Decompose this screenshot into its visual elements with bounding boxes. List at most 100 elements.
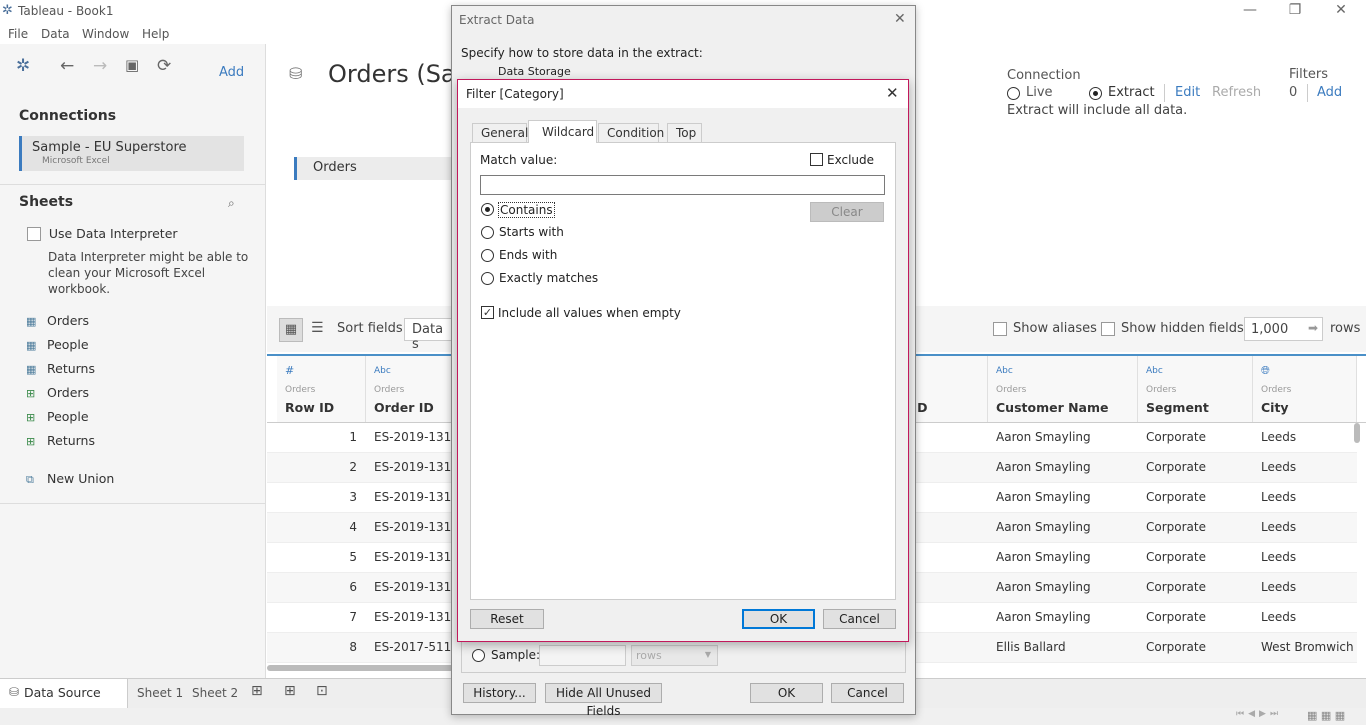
data-interpreter-row[interactable]: Use Data Interpreter [27,226,178,241]
column-header-segment[interactable]: Abc Orders Segment [1138,356,1253,422]
sheet-item[interactable]: ⊞ Orders [26,385,89,400]
new-union-item[interactable]: ⧉ New Union [26,471,114,487]
exactly-matches-radio[interactable] [481,272,494,285]
tab-sheet-1[interactable]: Sheet 1 [137,686,183,700]
cell-segment: Corporate [1146,610,1206,624]
new-worksheet-icon[interactable]: ⊞ [251,683,263,699]
named-range-icon: ⊞ [26,387,36,400]
filters-heading: Filters [1289,67,1328,82]
vertical-scrollbar[interactable] [1354,423,1360,443]
cell-city: Leeds [1261,460,1297,474]
menu-data[interactable]: Data [41,27,70,41]
nav-arrows-icon[interactable]: ⏮◀▶⏭ [1236,709,1282,719]
edit-link[interactable]: Edit [1175,85,1200,100]
cell-row-id: 1 [349,430,357,444]
include-empty-checkbox[interactable]: ✓ [481,306,494,319]
show-hidden-checkbox[interactable] [1101,322,1115,336]
chevron-down-icon: ▼ [704,650,711,659]
connections-heading: Connections [19,108,117,124]
sheet-item[interactable]: ▦ People [26,337,89,352]
ends-with-radio[interactable] [481,249,494,262]
rows-label: rows [1330,321,1361,336]
filter-cancel-button[interactable]: Cancel [823,609,896,629]
show-aliases-label: Show aliases [1013,321,1097,336]
extract-label: Extract [1108,85,1155,100]
menu-file[interactable]: File [8,27,28,41]
undo-icon[interactable]: ← [60,56,74,76]
starts-with-label: Starts with [499,225,564,239]
close-icon[interactable]: ✕ [886,84,899,102]
cell-customer-name: Aaron Smayling [996,580,1091,594]
close-icon[interactable]: ✕ [1331,2,1351,18]
reset-button[interactable]: Reset [470,609,544,629]
minimize-icon[interactable]: — [1240,2,1260,18]
named-range-icon: ⊞ [26,411,36,424]
column-header-order-id[interactable]: Abc Orders Order ID [366,356,456,422]
hide-unused-fields-button[interactable]: Hide All Unused Fields [545,683,662,718]
filters-add-link[interactable]: Add [1317,85,1342,100]
connection-item[interactable]: Sample - EU Superstore Microsoft Excel [19,136,244,171]
datasource-title[interactable]: Orders (Sa [328,60,456,88]
menu-help[interactable]: Help [142,27,169,41]
cell-order-id: ES-2019-1311 [374,610,454,624]
sheet-item[interactable]: ⊞ People [26,409,89,424]
arrow-right-icon[interactable]: ➡ [1308,321,1318,335]
sort-fields-dropdown[interactable]: Data s [404,318,454,352]
new-dashboard-icon[interactable]: ⊞ [284,683,296,699]
new-story-icon[interactable]: ⊡ [316,683,328,699]
list-view-icon[interactable]: ☰ [311,320,324,336]
refresh-icon[interactable]: ⟳ [157,56,171,76]
refresh-link[interactable]: Refresh [1212,85,1261,100]
sample-unit-dropdown[interactable]: rows ▼ [631,645,718,666]
cell-row-id: 8 [349,640,357,654]
sample-radio[interactable] [472,649,485,662]
grid-view-icon[interactable]: ▦ [279,318,303,342]
restore-icon[interactable]: ❐ [1285,2,1305,18]
sample-rows-input[interactable] [539,645,626,666]
database-icon[interactable]: ⛁ [289,64,302,83]
tab-wildcard[interactable]: Wildcard [528,120,597,143]
starts-with-radio[interactable] [481,226,494,239]
horizontal-scrollbar[interactable] [267,665,457,671]
tab-condition[interactable]: Condition [598,123,664,142]
tab-data-source[interactable]: ⛁ Data Source [0,679,128,708]
menu-window[interactable]: Window [82,27,129,41]
close-icon[interactable]: ✕ [894,11,906,27]
rows-input[interactable]: 1,000 ➡ [1244,317,1323,341]
live-radio[interactable] [1007,87,1020,100]
clear-button[interactable]: Clear [810,202,884,222]
column-header-customer-name[interactable]: Abc Orders Customer Name [988,356,1138,422]
grid-icon[interactable]: ▦ ▦ ▦ [1307,709,1345,722]
add-connection-link[interactable]: Add [219,65,244,80]
cell-segment: Corporate [1146,550,1206,564]
extract-radio[interactable] [1089,87,1102,100]
sheet-item[interactable]: ⊞ Returns [26,433,95,448]
tableau-home-icon[interactable]: ✲ [16,56,30,76]
save-icon[interactable]: ▣ [125,56,139,74]
column-header-row-id[interactable]: # Orders Row ID [277,356,366,422]
cell-city: Leeds [1261,610,1297,624]
show-aliases-checkbox[interactable] [993,322,1007,336]
exclude-checkbox[interactable] [810,153,823,166]
extract-ok-button[interactable]: OK [750,683,823,703]
filter-ok-button[interactable]: OK [742,609,815,629]
sheet-item[interactable]: ▦ Returns [26,361,95,376]
history-button[interactable]: History... [463,683,536,703]
cell-segment: Corporate [1146,430,1206,444]
tab-general[interactable]: General [472,123,528,142]
window-title: Tableau - Book1 [18,4,114,18]
cell-order-id: ES-2019-1311 [374,490,454,504]
contains-radio[interactable] [481,203,494,216]
redo-icon[interactable]: → [93,56,107,76]
data-interpreter-checkbox[interactable] [27,226,41,241]
tab-sheet-2[interactable]: Sheet 2 [192,686,238,700]
canvas-table-orders[interactable]: Orders [294,157,454,180]
match-value-input[interactable] [480,175,885,195]
sheet-item[interactable]: ▦ Orders [26,313,89,328]
search-icon[interactable]: ⌕ [228,196,235,211]
column-header-city[interactable]: 🌐︎ Orders City [1253,356,1357,422]
tab-top[interactable]: Top [667,123,702,142]
cell-customer-name: Aaron Smayling [996,610,1091,624]
extract-cancel-button[interactable]: Cancel [831,683,904,703]
column-header-customer-id[interactable]: r ID [902,356,988,422]
